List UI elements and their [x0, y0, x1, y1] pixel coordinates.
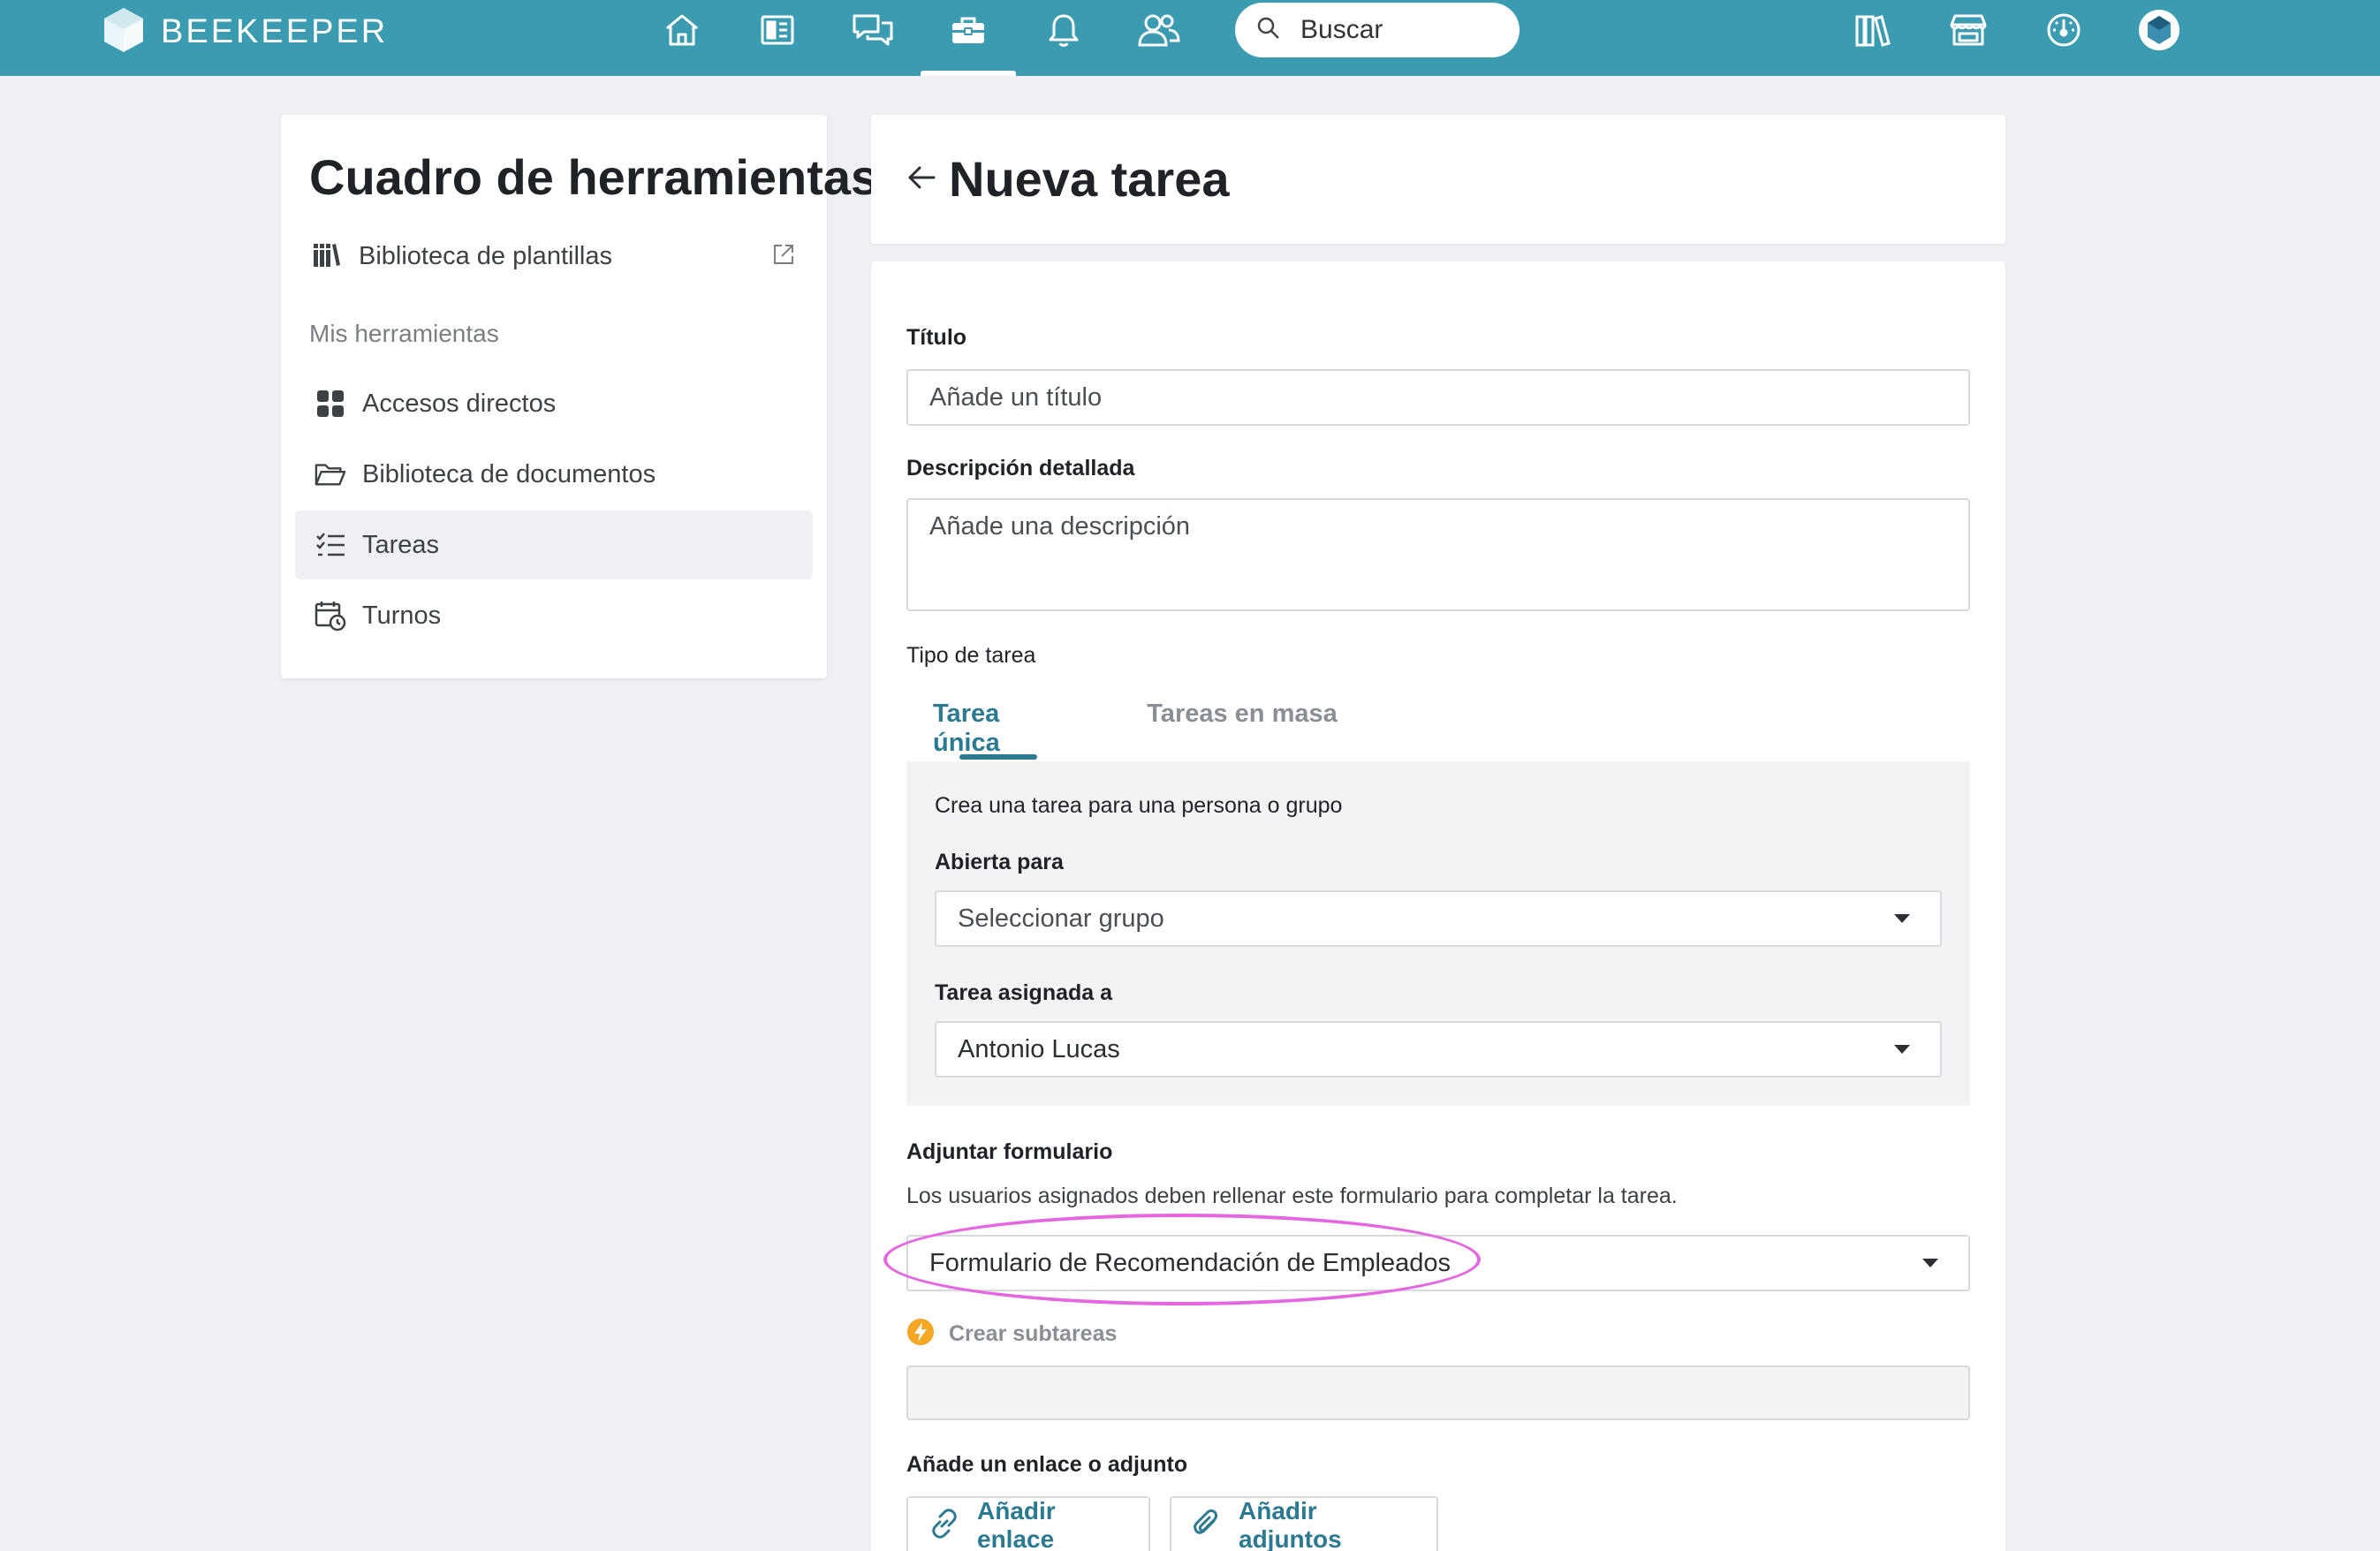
- attach-form-description: Los usuarios asignados deben rellenar es…: [906, 1184, 1678, 1208]
- search-input[interactable]: [1300, 15, 1512, 45]
- search-box[interactable]: [1235, 3, 1520, 57]
- sidebar-item-document-library[interactable]: Biblioteca de documentos: [295, 440, 813, 509]
- tab-label: Tareas en masa: [1147, 700, 1338, 728]
- calendar-clock-icon: [315, 600, 346, 632]
- sidebar-item-tasks[interactable]: Tareas: [295, 511, 813, 579]
- back-arrow-icon[interactable]: [905, 161, 938, 194]
- single-task-panel: Crea una tarea para una persona o grupo …: [906, 761, 1970, 1106]
- template-library-label: Biblioteca de plantillas: [359, 241, 612, 270]
- store-icon[interactable]: [1942, 7, 1995, 53]
- open-for-label: Abierta para: [935, 850, 1064, 874]
- my-tools-label: Mis herramientas: [309, 320, 499, 347]
- create-subtasks-row: Crear subtareas: [906, 1318, 1117, 1351]
- title-label: Título: [906, 325, 967, 350]
- sidebar-item-shortcuts[interactable]: Accesos directos: [295, 369, 813, 438]
- page-title: Nueva tarea: [949, 151, 1230, 207]
- people-icon[interactable]: [1133, 7, 1186, 53]
- description-label: Descripción detallada: [906, 456, 1135, 480]
- news-icon[interactable]: [751, 7, 804, 53]
- brand[interactable]: BEEKEEPER: [102, 5, 388, 58]
- add-attachments-label: Añadir adjuntos: [1239, 1497, 1342, 1551]
- single-task-description: Crea una tarea para una persona o grupo: [935, 793, 1343, 818]
- sidebar-item-label: Accesos directos: [362, 389, 557, 418]
- chevron-down-icon: [1894, 914, 1910, 923]
- chat-icon[interactable]: [846, 7, 899, 53]
- attach-form-select[interactable]: Formulario de Recomendación de Empleados: [906, 1235, 1970, 1291]
- grid-icon: [315, 388, 346, 420]
- active-tab-indicator: [959, 754, 1037, 760]
- books-icon[interactable]: [1846, 7, 1899, 53]
- home-icon[interactable]: [656, 7, 709, 53]
- subtasks-input: [906, 1366, 1970, 1420]
- add-link-button[interactable]: Añadir enlace: [906, 1496, 1150, 1551]
- external-link-icon[interactable]: [772, 243, 795, 270]
- new-task-form: Título Descripción detallada Tipo de tar…: [871, 261, 2005, 1551]
- bell-icon[interactable]: [1037, 7, 1090, 53]
- assigned-to-select[interactable]: Antonio Lucas: [935, 1021, 1942, 1078]
- sidebar-item-label: Biblioteca de documentos: [362, 459, 656, 488]
- link-attachment-label: Añade un enlace o adjunto: [906, 1452, 1188, 1477]
- template-library-link[interactable]: Biblioteca de plantillas: [313, 230, 795, 283]
- nav-active-indicator: [921, 71, 1016, 76]
- sidebar-item-label: Turnos: [362, 601, 442, 630]
- tab-label: Tarea única: [933, 700, 1000, 757]
- toolbox-sidebar: Cuadro de herramientas Biblioteca de pla…: [281, 115, 878, 678]
- add-attachments-button[interactable]: Añadir adjuntos: [1170, 1496, 1438, 1551]
- chevron-down-icon: [1894, 1045, 1910, 1054]
- sidebar-item-shifts[interactable]: Turnos: [295, 581, 813, 650]
- brand-name: BEEKEEPER: [161, 12, 389, 50]
- toolbox-icon[interactable]: [942, 7, 995, 53]
- assigned-to-label: Tarea asignada a: [935, 980, 1113, 1005]
- add-link-label: Añadir enlace: [977, 1497, 1056, 1551]
- avatar[interactable]: [2133, 7, 2186, 53]
- title-input[interactable]: [906, 369, 1970, 426]
- assigned-to-value: Antonio Lucas: [958, 1034, 1120, 1063]
- page-header: Nueva tarea: [871, 115, 2005, 244]
- description-input[interactable]: [906, 498, 1970, 611]
- attach-form-label: Adjuntar formulario: [906, 1139, 1113, 1164]
- open-for-value: Seleccionar grupo: [958, 904, 1164, 933]
- sidebar-title: Cuadro de herramientas: [309, 149, 879, 205]
- library-icon: [313, 241, 341, 272]
- tab-single-task[interactable]: Tarea única: [933, 700, 1065, 770]
- open-for-select[interactable]: Seleccionar grupo: [935, 890, 1942, 947]
- search-icon: [1256, 16, 1281, 45]
- chevron-down-icon: [1922, 1259, 1938, 1267]
- link-icon: [929, 1508, 959, 1543]
- tab-bulk-tasks[interactable]: Tareas en masa: [1136, 700, 1348, 770]
- bolt-icon: [906, 1318, 935, 1351]
- sidebar-item-label: Tareas: [362, 530, 440, 559]
- attach-form-value: Formulario de Recomendación de Empleados: [929, 1248, 1451, 1277]
- folder-icon: [315, 458, 346, 490]
- paperclip-icon: [1193, 1509, 1221, 1543]
- dashboard-icon[interactable]: [2037, 7, 2090, 53]
- create-subtasks-label: Crear subtareas: [949, 1321, 1118, 1346]
- tasks-icon: [315, 529, 346, 561]
- beekeeper-logo-icon: [102, 6, 145, 58]
- top-bar: BEEKEEPER: [0, 0, 2380, 76]
- task-type-label: Tipo de tarea: [906, 643, 1036, 668]
